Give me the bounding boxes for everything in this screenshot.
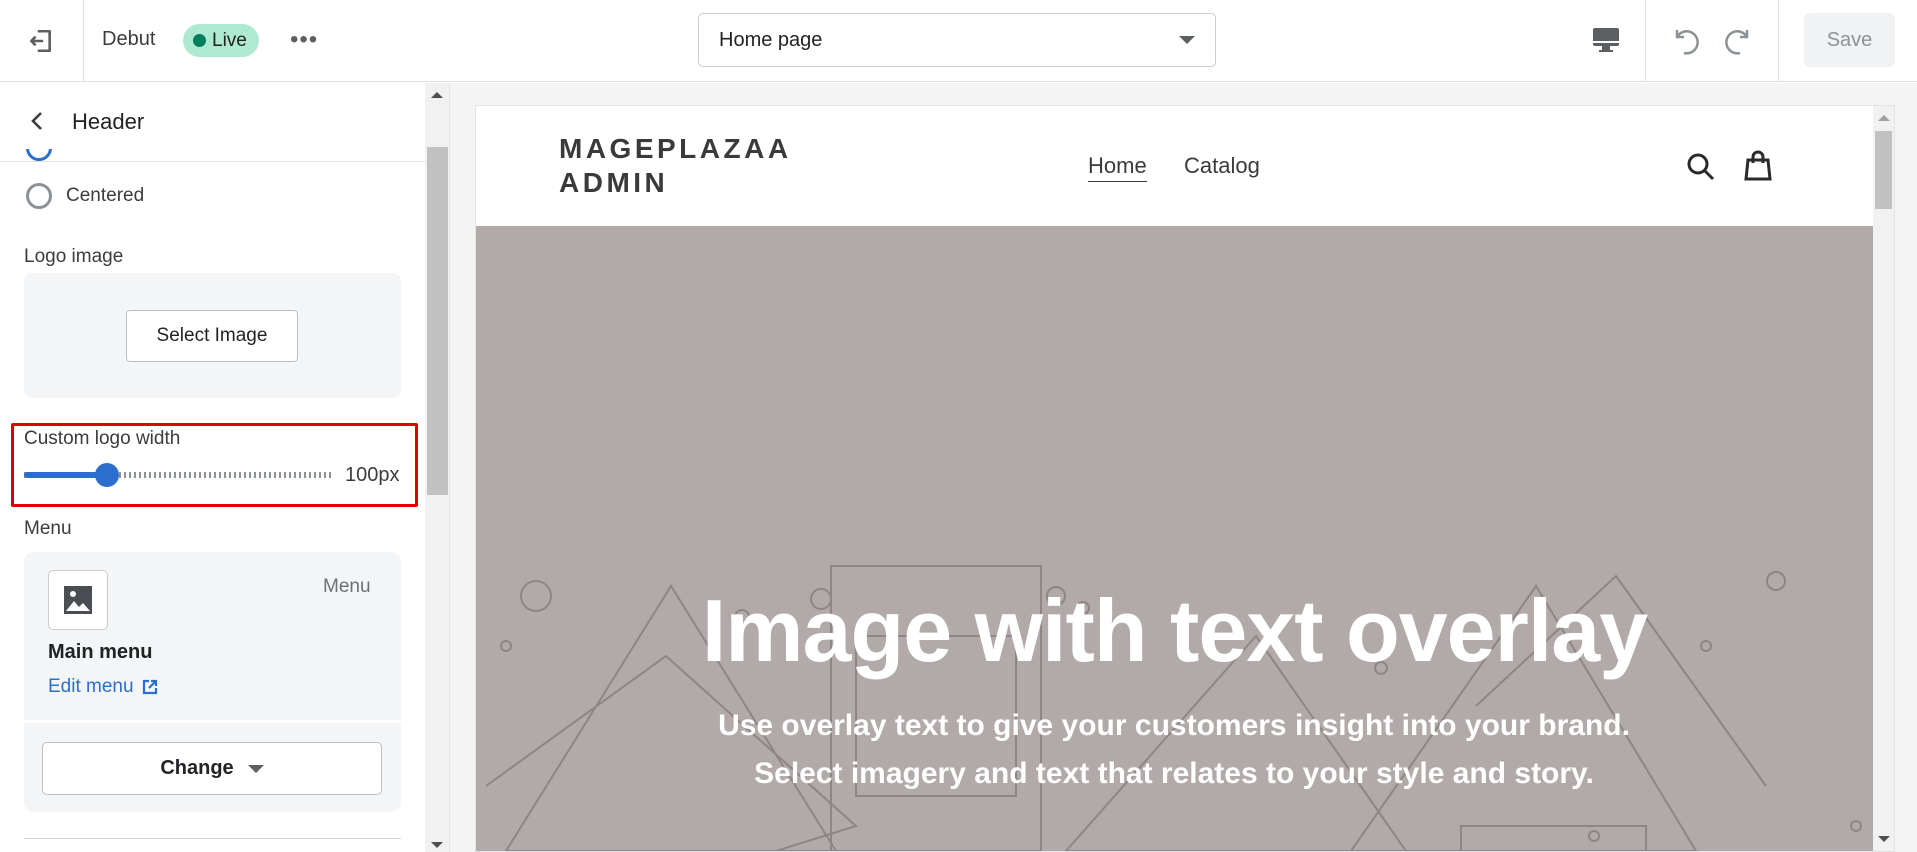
exit-icon[interactable]: [24, 24, 58, 58]
scroll-down-arrow-icon[interactable]: [431, 842, 443, 848]
nav-catalog[interactable]: Catalog: [1184, 153, 1260, 179]
edit-menu-label: Edit menu: [48, 676, 134, 697]
slider-thumb[interactable]: [95, 463, 120, 487]
logo-image-label: Logo image: [24, 246, 124, 267]
custom-logo-width-label: Custom logo width: [24, 428, 181, 449]
store-logo-line1: MAGEPLAZAA: [559, 133, 792, 164]
search-icon[interactable]: [1686, 152, 1716, 187]
change-menu-button[interactable]: Change: [42, 742, 382, 795]
caret-down-icon: [247, 764, 264, 773]
edit-menu-link[interactable]: Edit menu: [48, 676, 158, 698]
radio-left-partial[interactable]: [26, 149, 52, 161]
undo-icon[interactable]: [1668, 22, 1702, 58]
scroll-up-arrow-icon[interactable]: [1878, 115, 1890, 121]
sidebar-scrollbar-thumb[interactable]: [427, 147, 448, 495]
more-actions-button[interactable]: •••: [290, 28, 318, 52]
radio-centered-label: Centered: [66, 185, 145, 206]
back-button[interactable]: [28, 109, 50, 135]
menu-name: Main menu: [48, 641, 153, 663]
hero-image-section: Image with text overlay Use overlay text…: [476, 226, 1873, 851]
nav-home[interactable]: Home: [1088, 153, 1147, 182]
select-image-button[interactable]: Select Image: [126, 310, 298, 362]
divider: [1778, 0, 1779, 82]
status-badge: Live: [183, 24, 259, 57]
radio-centered[interactable]: [26, 183, 52, 209]
preview-scrollbar-thumb[interactable]: [1875, 131, 1892, 209]
image-placeholder-icon: [48, 570, 108, 630]
store-preview: MAGEPLAZAA ADMIN Home Catalog Image with…: [475, 105, 1895, 852]
live-dot-icon: [193, 34, 206, 47]
external-link-icon: [142, 679, 157, 695]
change-label: Change: [160, 757, 234, 779]
store-logo-line2: ADMIN: [559, 167, 669, 198]
page-select-value: Home page: [719, 28, 823, 51]
logo-width-slider[interactable]: [24, 463, 332, 487]
hero-subtitle: Use overlay text to give your customers …: [718, 709, 1630, 790]
top-bar: Debut Live ••• Home page Save: [0, 0, 1917, 82]
menu-type-label: Menu: [323, 576, 371, 597]
desktop-view-icon[interactable]: [1590, 24, 1622, 56]
chevron-down-icon: [1179, 36, 1195, 44]
divider: [24, 720, 401, 723]
scroll-down-arrow-icon[interactable]: [1878, 836, 1890, 842]
cart-bag-icon[interactable]: [1744, 150, 1772, 187]
divider: [24, 838, 401, 839]
page-select[interactable]: Home page: [698, 13, 1216, 67]
divider: [1645, 0, 1646, 82]
sidebar: Header Centered Logo image Select Image …: [0, 83, 425, 852]
store-logo[interactable]: MAGEPLAZAA ADMIN: [559, 132, 792, 200]
preview-scrollbar[interactable]: [1873, 106, 1894, 851]
save-button[interactable]: Save: [1804, 13, 1895, 67]
divider: [83, 0, 84, 82]
status-badge-label: Live: [212, 29, 247, 51]
menu-label: Menu: [24, 518, 72, 539]
hero-title: Image with text overlay: [701, 581, 1648, 680]
redo-icon[interactable]: [1722, 22, 1756, 58]
divider: [0, 161, 425, 162]
custom-logo-width-value: 100px: [345, 464, 400, 486]
theme-name: Debut: [102, 28, 156, 50]
scroll-up-arrow-icon[interactable]: [431, 92, 443, 98]
panel-title: Header: [72, 109, 145, 134]
